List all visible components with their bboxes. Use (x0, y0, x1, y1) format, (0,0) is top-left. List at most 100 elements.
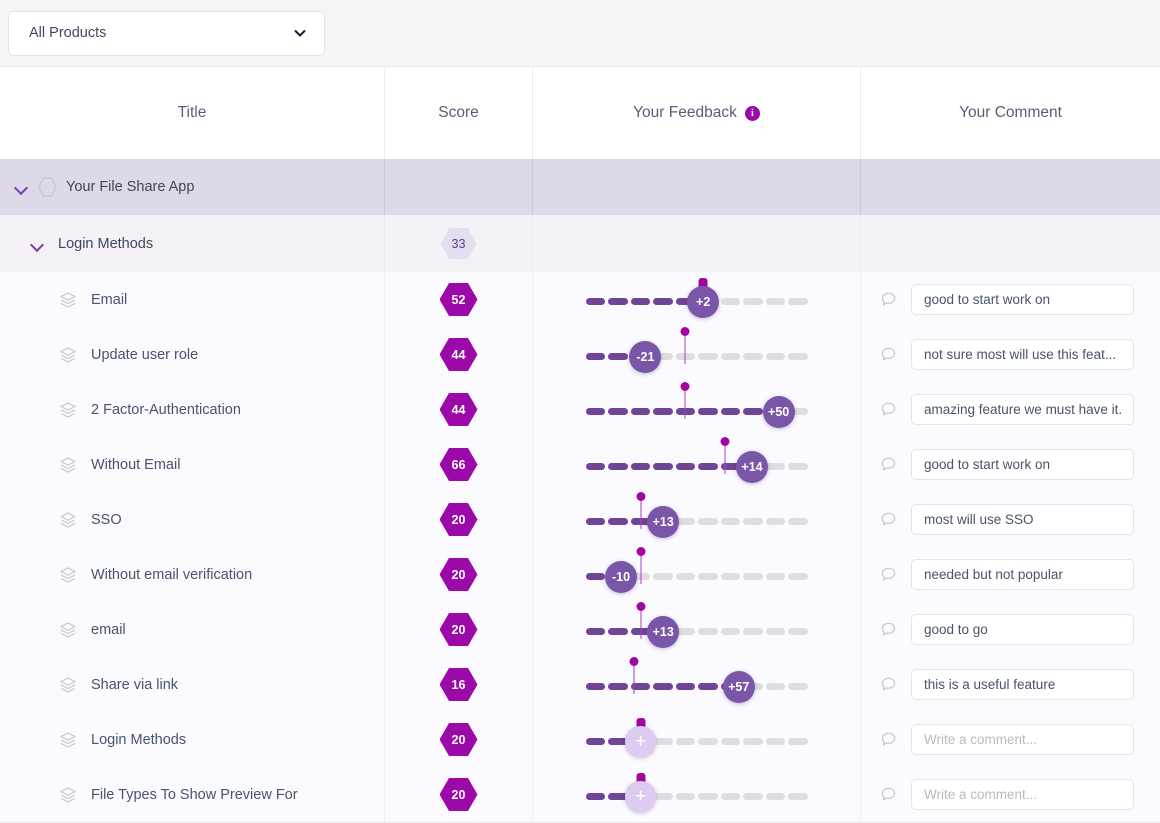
table-row[interactable]: File Types To Show Preview For 20 + (0, 767, 1160, 822)
feedback-slider[interactable]: -10 (586, 547, 808, 602)
feedback-slider[interactable]: + (586, 767, 808, 822)
product-expand-chevron-icon[interactable] (13, 179, 29, 195)
slider-segment (721, 518, 741, 525)
slider-track[interactable] (586, 353, 808, 360)
score-hexagon[interactable]: 16 (440, 668, 478, 701)
slider-track[interactable] (586, 463, 808, 470)
slider-segment (721, 738, 741, 745)
comment-input[interactable] (911, 559, 1134, 590)
score-hexagon[interactable]: 66 (440, 448, 478, 481)
row-title: File Types To Show Preview For (91, 787, 298, 803)
table-row[interactable]: SSO20+13 (0, 492, 1160, 547)
comment-bubble-icon[interactable] (879, 510, 898, 529)
comment-input[interactable] (911, 449, 1134, 480)
comment-input[interactable] (911, 394, 1134, 425)
feedback-slider[interactable]: +57 (586, 657, 808, 712)
score-hexagon[interactable]: 20 (440, 558, 478, 591)
slider-segment (676, 573, 696, 580)
comment-input[interactable] (911, 504, 1134, 535)
row-title-cell: File Types To Show Preview For (0, 767, 385, 822)
group-row[interactable]: Login Methods 33 (0, 215, 1160, 272)
feedback-slider[interactable]: -21 (586, 327, 808, 382)
slider-segment (653, 573, 673, 580)
comment-bubble-icon[interactable] (879, 400, 898, 419)
slider-track[interactable] (586, 628, 808, 635)
slider-segment (586, 298, 606, 305)
add-feedback-thumb[interactable]: + (625, 781, 656, 812)
slider-segment (788, 738, 808, 745)
slider-thumb[interactable]: +14 (736, 451, 768, 483)
table-header-row: Title Score Your Feedback i Your Comment (0, 67, 1160, 159)
feedback-slider[interactable]: + (586, 712, 808, 767)
slider-thumb[interactable]: +2 (687, 286, 719, 318)
table-row[interactable]: Without Email66+14 (0, 437, 1160, 492)
row-score-cell: 20 (385, 492, 533, 547)
column-header-score: Score (385, 67, 533, 159)
slider-segment (788, 518, 808, 525)
row-comment-cell (861, 327, 1160, 382)
slider-thumb[interactable]: +13 (647, 616, 679, 648)
product-filter-select[interactable]: All Products (8, 11, 325, 56)
comment-bubble-icon[interactable] (879, 785, 898, 804)
score-hexagon[interactable]: 20 (440, 723, 478, 756)
feedback-slider[interactable]: +50 (586, 382, 808, 437)
slider-thumb[interactable]: -21 (629, 341, 661, 373)
slider-reference-pin-icon (725, 441, 726, 474)
feedback-slider[interactable]: +14 (586, 437, 808, 492)
score-hexagon[interactable]: 20 (440, 503, 478, 536)
slider-segment (743, 353, 763, 360)
add-feedback-thumb[interactable]: + (625, 726, 656, 757)
slider-segment (631, 298, 651, 305)
score-hexagon[interactable]: 52 (440, 283, 478, 316)
comment-bubble-icon[interactable] (879, 620, 898, 639)
comment-input[interactable] (911, 614, 1134, 645)
table-row[interactable]: email20+13 (0, 602, 1160, 657)
product-row[interactable]: Your File Share App (0, 159, 1160, 215)
table-row[interactable]: Without email verification20-10 (0, 547, 1160, 602)
row-score-cell: 20 (385, 547, 533, 602)
table-row[interactable]: Login Methods20+ (0, 712, 1160, 767)
score-hexagon[interactable]: 20 (440, 778, 478, 811)
score-hexagon[interactable]: 44 (440, 338, 478, 371)
group-expand-chevron-icon[interactable] (29, 236, 45, 252)
row-title: Share via link (91, 677, 178, 693)
slider-thumb[interactable]: -10 (605, 561, 637, 593)
score-hexagon[interactable]: 20 (440, 613, 478, 646)
layers-icon (58, 565, 78, 585)
slider-track[interactable] (586, 518, 808, 525)
comment-input[interactable] (911, 339, 1134, 370)
slider-thumb[interactable]: +57 (723, 671, 755, 703)
comment-bubble-icon[interactable] (879, 455, 898, 474)
table-row[interactable]: Share via link 16 +57 (0, 657, 1160, 712)
feedback-table: Title Score Your Feedback i Your Comment… (0, 67, 1160, 822)
comment-input[interactable] (911, 724, 1134, 755)
feedback-slider[interactable]: +13 (586, 492, 808, 547)
feedback-slider[interactable]: +13 (586, 602, 808, 657)
table-row[interactable]: Update user role44-21 (0, 327, 1160, 382)
table-row[interactable]: 2 Factor-Authentication44+50 (0, 382, 1160, 437)
slider-thumb[interactable]: +50 (763, 396, 795, 428)
comment-bubble-icon[interactable] (879, 345, 898, 364)
slider-track[interactable] (586, 793, 808, 800)
feedback-slider[interactable]: +2 (586, 272, 808, 327)
layers-icon (58, 345, 78, 365)
score-hexagon[interactable]: 44 (440, 393, 478, 426)
slider-segment (721, 793, 741, 800)
slider-track[interactable] (586, 738, 808, 745)
comment-input[interactable] (911, 779, 1134, 810)
comment-bubble-icon[interactable] (879, 290, 898, 309)
slider-track[interactable] (586, 683, 808, 690)
comment-input[interactable] (911, 669, 1134, 700)
slider-thumb[interactable]: +13 (647, 506, 679, 538)
group-score-hexagon[interactable]: 33 (441, 228, 477, 259)
comment-input[interactable] (911, 284, 1134, 315)
comment-bubble-icon[interactable] (879, 675, 898, 694)
slider-segment (608, 408, 628, 415)
slider-segment (743, 298, 763, 305)
comment-bubble-icon[interactable] (879, 565, 898, 584)
table-row[interactable]: Email52+2 (0, 272, 1160, 327)
slider-segment (698, 628, 718, 635)
column-header-comment: Your Comment (861, 67, 1160, 159)
info-icon[interactable]: i (745, 106, 760, 121)
comment-bubble-icon[interactable] (879, 730, 898, 749)
